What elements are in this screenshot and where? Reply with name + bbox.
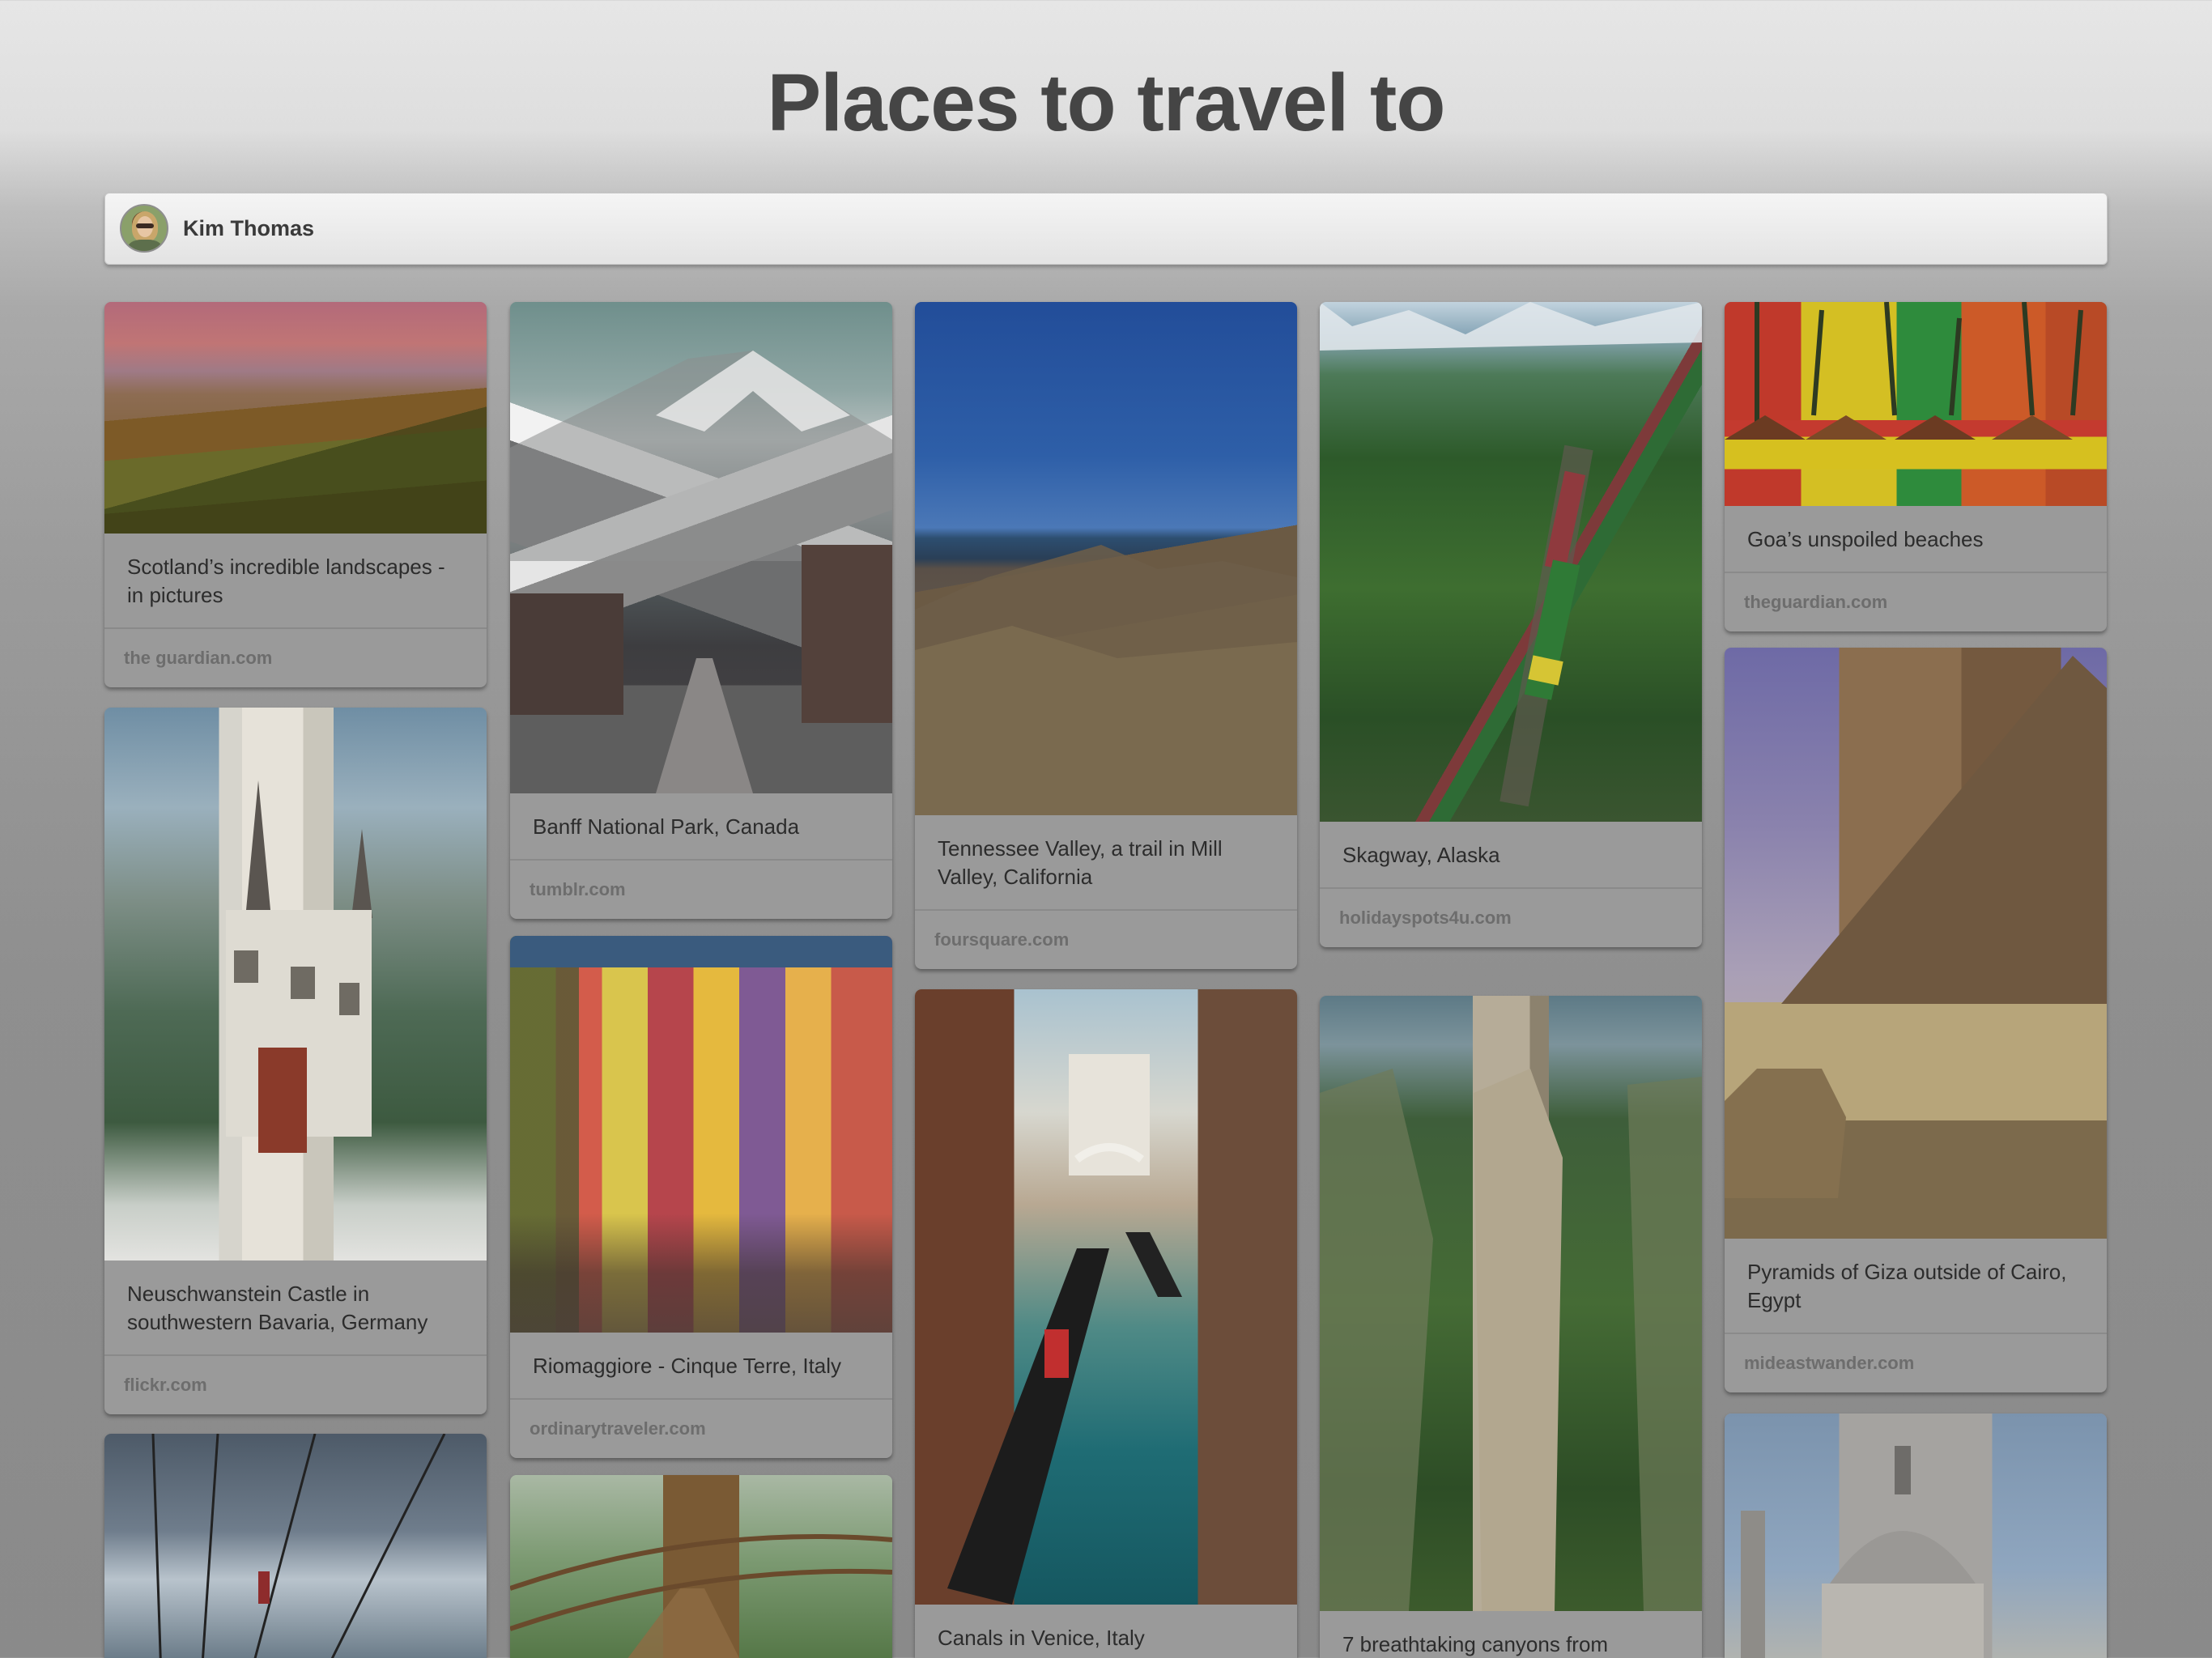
pin-source-link[interactable]: theguardian.com — [1725, 572, 2107, 631]
pin-card-tennessee[interactable]: Tennessee Valley, a trail in Mill Valley… — [915, 302, 1297, 969]
pin-card-riomaggiore[interactable]: Riomaggiore - Cinque Terre, Italy ordina… — [510, 936, 892, 1458]
pin-card-zipline[interactable] — [104, 1434, 487, 1658]
pin-card-bridge[interactable] — [510, 1475, 892, 1658]
pin-caption: Tennessee Valley, a trail in Mill Valley… — [938, 836, 1223, 889]
user-name[interactable]: Kim Thomas — [183, 193, 314, 264]
skagway-illustration — [1320, 302, 1702, 807]
castle-illustration — [226, 780, 372, 1153]
pin-image[interactable] — [104, 302, 487, 534]
pin-image[interactable] — [104, 1434, 487, 1658]
pin-source-link[interactable]: holidayspots4u.com — [1320, 887, 1702, 947]
pin-source-link[interactable]: foursquare.com — [915, 909, 1297, 969]
pin-image[interactable] — [1320, 302, 1702, 822]
tennessee-illustration — [915, 545, 1297, 815]
dome-illustration — [1741, 1446, 1984, 1658]
pin-image[interactable] — [915, 302, 1297, 815]
pin-caption: Scotland’s incredible landscapes - in pi… — [127, 555, 445, 607]
user-avatar-icon[interactable] — [120, 204, 168, 253]
pin-image[interactable] — [915, 989, 1297, 1605]
pyramid-illustration — [1725, 656, 2107, 1198]
pin-source-link[interactable]: tumblr.com — [510, 859, 892, 919]
pin-source-link[interactable]: the guardian.com — [104, 627, 487, 687]
pin-image[interactable] — [1320, 996, 1702, 1611]
pin-image[interactable] — [510, 302, 892, 793]
pin-card-goa[interactable]: Goa’s unspoiled beaches theguardian.com — [1725, 302, 2107, 631]
pin-image[interactable] — [1725, 302, 2107, 506]
pin-image[interactable] — [1725, 648, 2107, 1239]
pin-card-venice[interactable]: Canals in Venice, Italy — [915, 989, 1297, 1658]
pin-caption: Riomaggiore - Cinque Terre, Italy — [533, 1354, 842, 1378]
pin-image[interactable] — [104, 708, 487, 1261]
venice-illustration — [947, 1054, 1182, 1605]
pin-caption: Neuschwanstein Castle in southwestern Ba… — [127, 1282, 428, 1334]
pin-card-neuschwanstein[interactable]: Neuschwanstein Castle in southwestern Ba… — [104, 708, 487, 1414]
pin-card-canyons[interactable]: 7 breathtaking canyons from — [1320, 996, 1702, 1658]
pin-source-link[interactable]: flickr.com — [104, 1354, 487, 1414]
pin-card-skagway[interactable]: Skagway, Alaska holidayspots4u.com — [1320, 302, 1702, 947]
zipline-illustration — [151, 1434, 446, 1658]
pin-image[interactable] — [510, 936, 892, 1333]
pin-image[interactable] — [510, 1475, 892, 1658]
pin-card-scotland[interactable]: Scotland’s incredible landscapes - in pi… — [104, 302, 487, 687]
canyon-illustration — [1320, 1069, 1702, 1611]
pin-caption: Banff National Park, Canada — [533, 814, 800, 839]
pin-card-banff[interactable]: Banff National Park, Canada tumblr.com — [510, 302, 892, 919]
banff-illustration — [510, 351, 892, 793]
pin-source-link[interactable]: mideastwander.com — [1725, 1333, 2107, 1392]
pin-caption: Canals in Venice, Italy — [938, 1626, 1145, 1650]
pin-caption: Pyramids of Giza outside of Cairo, Egypt — [1747, 1260, 2067, 1312]
pin-caption: Goa’s unspoiled beaches — [1747, 527, 1984, 551]
pin-card-dome[interactable] — [1725, 1414, 2107, 1658]
bridge-illustration — [510, 1534, 892, 1658]
pin-caption: 7 breathtaking canyons from — [1342, 1632, 1609, 1656]
pin-card-giza[interactable]: Pyramids of Giza outside of Cairo, Egypt… — [1725, 648, 2107, 1392]
page-title: Places to travel to — [767, 57, 1446, 148]
goa-illustration — [1725, 302, 2083, 440]
pin-image[interactable] — [1725, 1414, 2107, 1658]
user-bar[interactable]: Kim Thomas — [104, 193, 2108, 265]
pin-source-link[interactable]: ordinarytraveler.com — [510, 1398, 892, 1458]
pin-caption: Skagway, Alaska — [1342, 843, 1500, 867]
